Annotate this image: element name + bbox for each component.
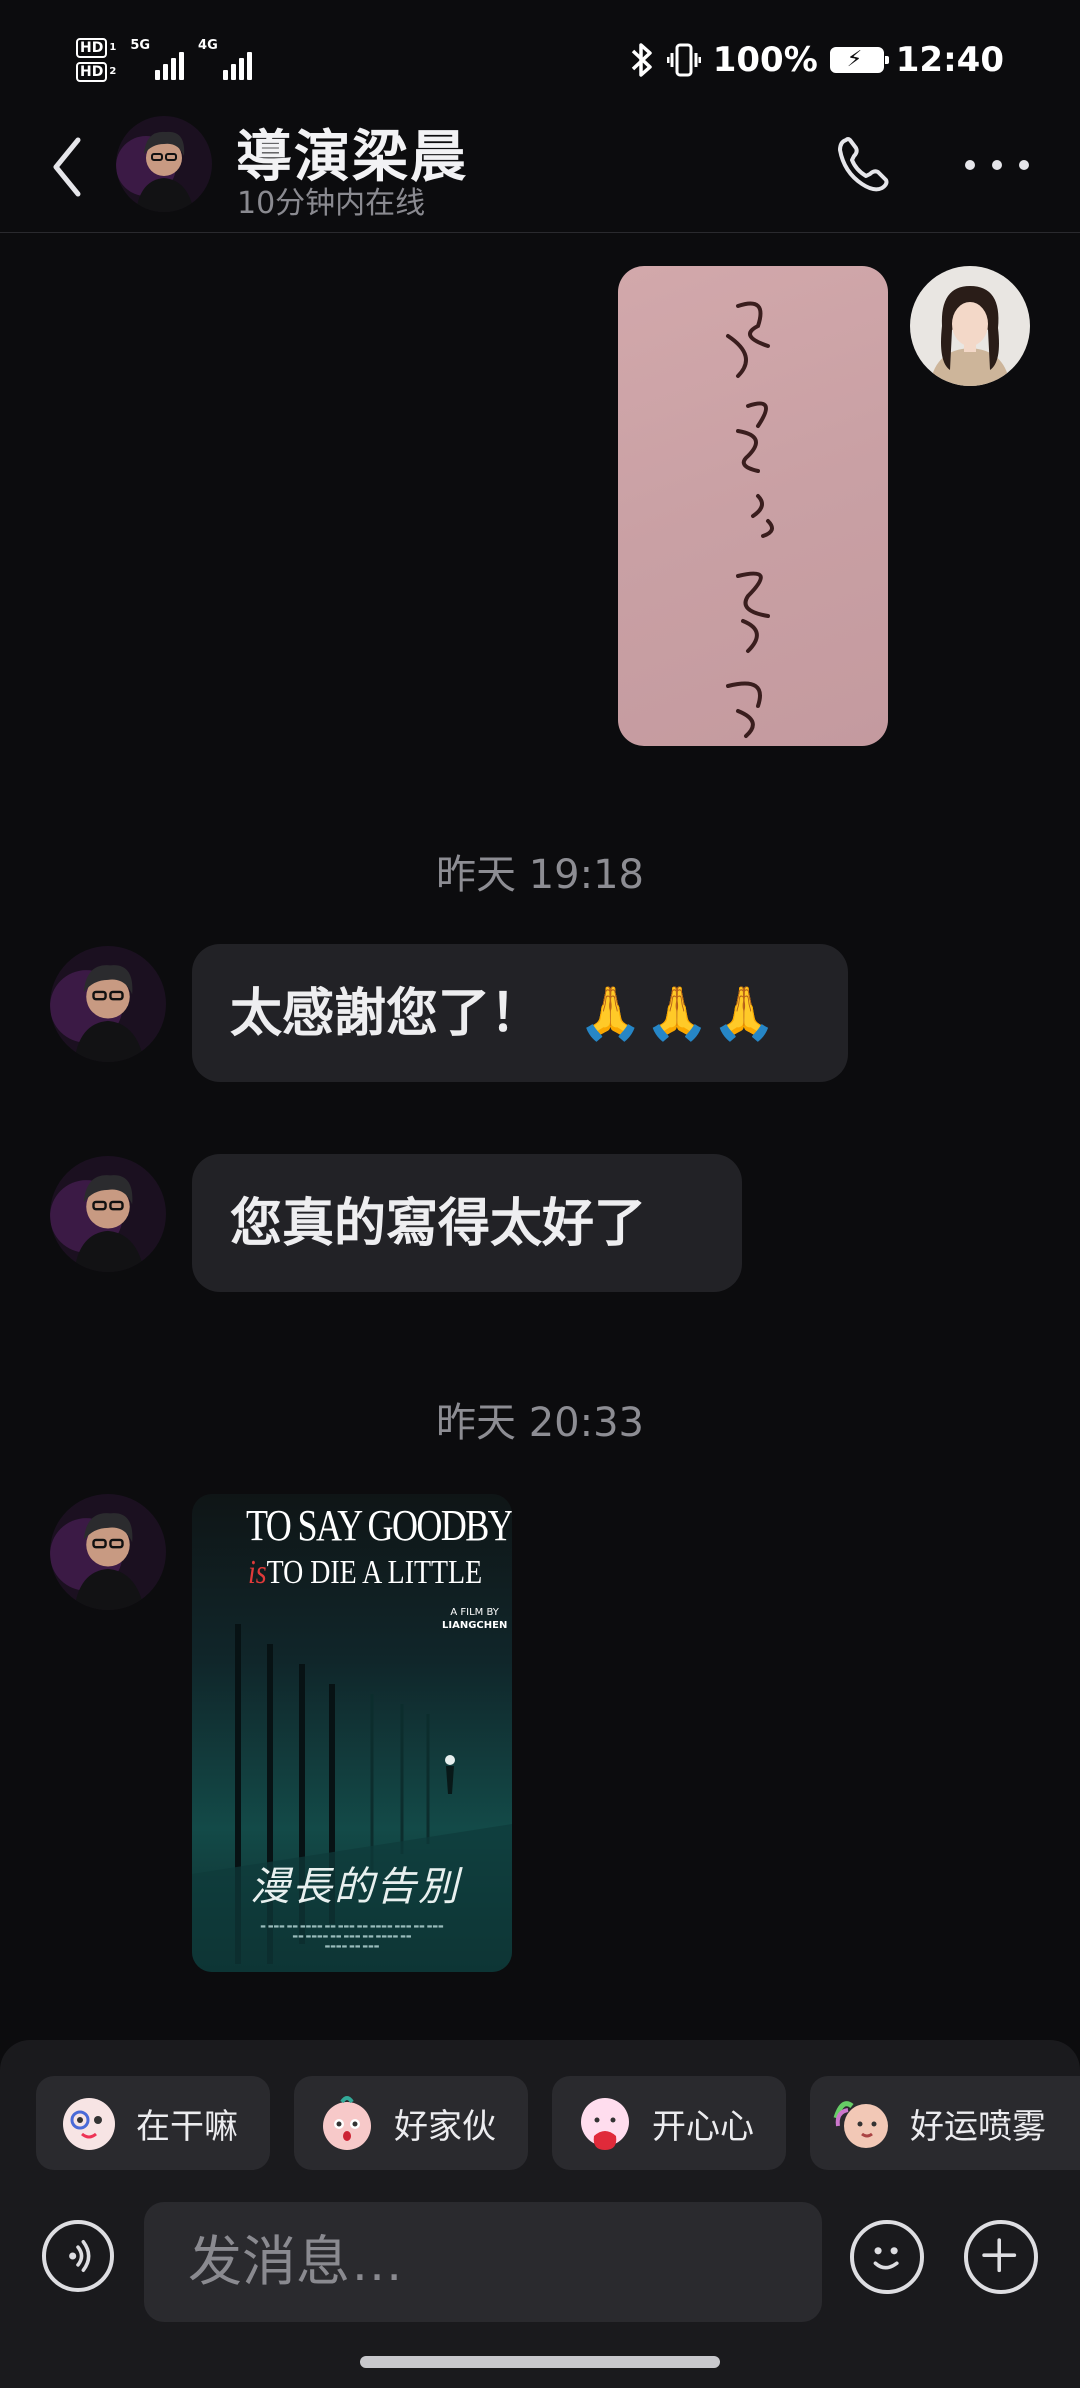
sticker-suggestion[interactable]: 好运喷雾 (810, 2076, 1080, 2170)
hd2-badge: HD (76, 62, 108, 82)
sticker-label: 开心心 (652, 2106, 754, 2147)
phone-icon[interactable] (832, 132, 896, 196)
battery-icon: ⚡ (829, 47, 889, 73)
timestamp: 昨天 19:18 (436, 852, 644, 898)
composer-panel: 在干嘛 好家伙 开心心 好运喷雾 (0, 2040, 1080, 2388)
message-bubble[interactable]: 您真的寫得太好了 (192, 1154, 742, 1292)
poster-fine-print: ▬ ▬▬▬ ▬▬ ▬▬▬▬ ▬▬ ▬▬▬ ▬▬ ▬▬▬▬ ▬▬▬ ▬▬ ▬▬▬ ▬… (260, 1923, 444, 1950)
poster-subtitle: TO DIE A LITTLE (266, 1554, 483, 1591)
message-input[interactable] (144, 2202, 822, 2322)
poster-is: is (248, 1554, 267, 1591)
net1-label: 5G (130, 38, 151, 53)
poster-credit-top: A FILM BY (450, 1607, 499, 1618)
contact-avatar[interactable] (116, 116, 212, 212)
poster-credit-name: LIANGCHEN (442, 1620, 508, 1631)
sticker-suggestion[interactable]: 在干嘛 (36, 2076, 270, 2170)
system-indicators: 100% ⚡ 12:40 (629, 40, 1004, 80)
net2-label: 4G (198, 38, 218, 53)
timestamp: 昨天 20:33 (436, 1400, 644, 1446)
back-arrow-icon[interactable] (42, 132, 92, 202)
sticker-suggestion[interactable]: 好家伙 (294, 2076, 528, 2170)
pray-emoji: 🙏🙏🙏 (578, 984, 779, 1044)
voice-icon[interactable] (42, 2220, 114, 2292)
contact-avatar-msg[interactable] (50, 946, 166, 1062)
clock: 12:40 (895, 40, 1004, 80)
sticker-face-icon (833, 2101, 888, 2148)
hd2-sub: 2 (109, 66, 117, 77)
online-status: 10分钟内在线 (237, 186, 426, 221)
plus-icon[interactable] (964, 2220, 1038, 2294)
calligraphy-image[interactable] (618, 266, 888, 746)
message-bubble[interactable]: 太感謝您了！ 🙏🙏🙏 (192, 944, 848, 1082)
chat-header: 導演梁晨 10分钟内在线 (0, 110, 1080, 233)
poster-chinese-title: 漫長的告別 (250, 1864, 460, 1910)
contact-avatar-msg[interactable] (50, 1494, 166, 1610)
network-indicators: HD 1 HD 2 5G 4G (76, 38, 252, 82)
message-text: 您真的寫得太好了 (230, 1194, 647, 1254)
signal-5g-icon: 5G (130, 38, 185, 80)
message-text: 太感謝您了！ (230, 984, 543, 1044)
more-icon[interactable] (962, 140, 1032, 190)
battery-percent: 100% (712, 40, 818, 80)
emoji-icon[interactable] (850, 2220, 924, 2294)
signal-4g-icon: 4G (198, 38, 252, 80)
poster-title: TO SAY GOODBYE (246, 1501, 512, 1550)
sticker-face-icon (323, 2096, 371, 2150)
my-avatar[interactable] (910, 266, 1030, 386)
sticker-suggestion[interactable]: 开心心 (552, 2076, 786, 2170)
vibrate-icon (666, 43, 701, 77)
sticker-label: 好家伙 (394, 2106, 496, 2147)
hd1-sub: 1 (109, 42, 117, 53)
home-indicator[interactable] (360, 2356, 720, 2368)
hd-indicators: HD 1 HD 2 (76, 38, 116, 82)
sticker-label: 在干嘛 (136, 2106, 238, 2147)
movie-poster-image[interactable]: TO SAY GOODBYE isTO DIE A LITTLE A FILM … (192, 1494, 512, 1972)
hd1-badge: HD (76, 38, 108, 58)
sticker-face-icon (63, 2098, 115, 2150)
bluetooth-icon (631, 43, 652, 77)
sticker-face-icon (581, 2098, 629, 2150)
status-bar: HD 1 HD 2 5G 4G 100% ⚡ 12:40 (0, 0, 1080, 120)
sticker-label: 好运喷雾 (910, 2106, 1046, 2147)
contact-avatar-msg[interactable] (50, 1156, 166, 1272)
